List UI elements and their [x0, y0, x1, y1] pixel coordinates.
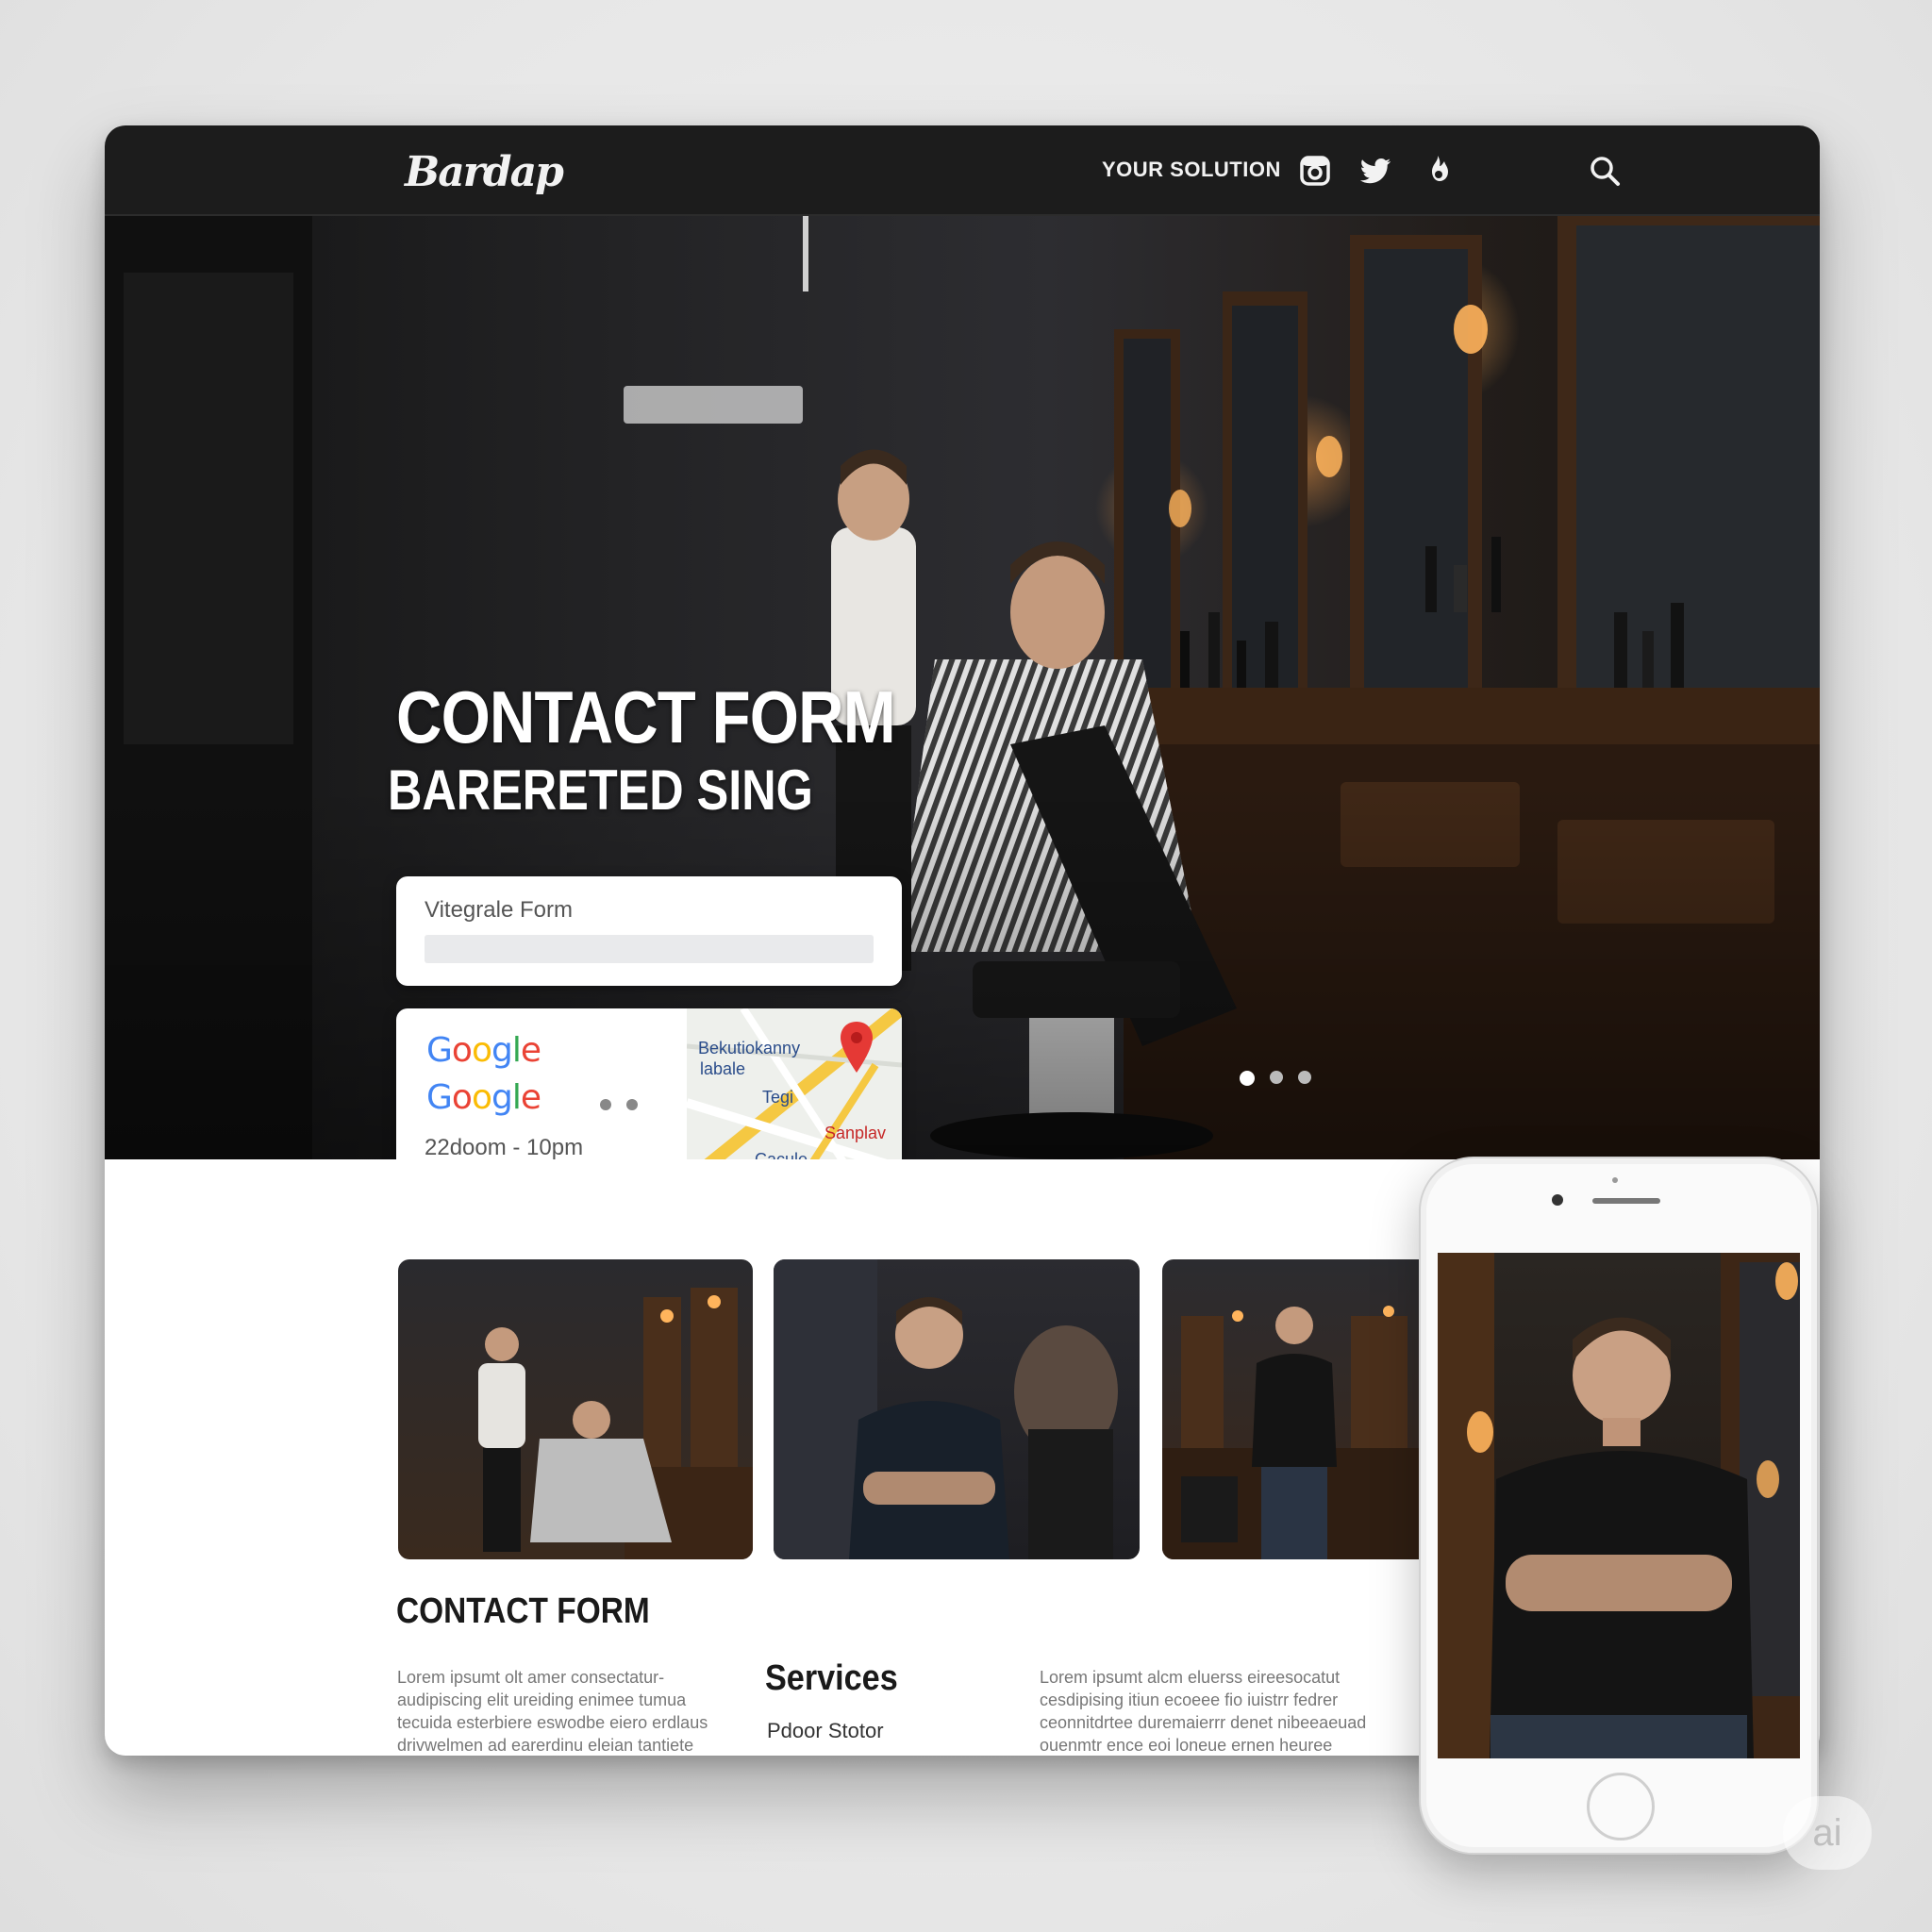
- gallery-image-barber-at-work[interactable]: [398, 1259, 753, 1559]
- slider-dot[interactable]: [626, 1099, 638, 1110]
- location-info-card: Google Google 22doom - 10pm Bekutiokanny…: [396, 1008, 902, 1159]
- slider-dot[interactable]: [574, 1099, 585, 1110]
- slider-dot[interactable]: [1270, 1071, 1283, 1084]
- text-line: audipiscing elit ureiding enimee tumua: [397, 1690, 687, 1709]
- thumbnail-art: [478, 1288, 753, 1559]
- search-icon[interactable]: [1586, 152, 1624, 190]
- phone-sensor: [1612, 1177, 1618, 1183]
- text-line: cesdipising itiun ecoeee fio iuistrr fed…: [1040, 1690, 1339, 1709]
- hero-subtitle: BARERETED SING: [388, 758, 813, 822]
- slider-dots-right: [1240, 1071, 1311, 1086]
- phone-barber-portrait: [1438, 1253, 1800, 1758]
- contact-form-card: Vitegrale Form: [396, 876, 902, 986]
- thumbnail-art: [1162, 1306, 1445, 1559]
- lorem-text-left: Lorem ipsumt olt amer consectatur- audip…: [397, 1666, 708, 1756]
- slider-dots-left: [574, 1099, 638, 1110]
- map-label: Sanplav: [824, 1124, 887, 1142]
- map-label: labale: [700, 1059, 746, 1078]
- phone-camera: [1552, 1194, 1563, 1206]
- text-line: tecuida esterbiere eswodbe eiero erdlaus: [397, 1713, 708, 1732]
- hero-overlay: [105, 216, 1820, 1159]
- slider-dot[interactable]: [1240, 1071, 1255, 1086]
- instagram-icon[interactable]: [1296, 152, 1334, 190]
- phone-mockup: [1419, 1157, 1819, 1855]
- text-line: ceonnitdrtee duremaierrr denet nibeeaeua…: [1040, 1713, 1367, 1732]
- hero-banner: CONTACT FORM BARERETED SING Vitegrale Fo…: [105, 216, 1820, 1159]
- services-item[interactable]: Pdoor Stotor: [767, 1719, 884, 1743]
- text-line: drivwelmen ad earerdinu eleian tantiete: [397, 1736, 694, 1755]
- twitter-icon[interactable]: [1357, 152, 1395, 190]
- opening-hours: 22doom - 10pm: [425, 1135, 584, 1159]
- flame-icon[interactable]: [1419, 152, 1457, 190]
- form-label: Vitegrale Form: [425, 897, 573, 923]
- logo-wordmark: Bardap: [405, 148, 564, 196]
- hero-title: CONTACT FORM: [396, 675, 896, 758]
- gallery-image-barber-shop[interactable]: [1162, 1259, 1445, 1559]
- google-logo: Google: [426, 1031, 541, 1070]
- section-title-contact: CONTACT FORM: [396, 1591, 650, 1631]
- site-logo[interactable]: Bardap: [405, 142, 564, 199]
- thumbnail-art: [774, 1259, 1118, 1559]
- text-line: ouenmtr ence eoi loneue ernen heuree: [1040, 1736, 1333, 1755]
- map-label: Tegi: [762, 1088, 794, 1107]
- phone-speaker: [1592, 1198, 1660, 1204]
- ai-watermark-badge: ai: [1783, 1796, 1872, 1870]
- lorem-text-right: Lorem ipsumt alcm eluerss eireesocatut c…: [1040, 1666, 1366, 1756]
- phone-home-button[interactable]: [1587, 1773, 1655, 1840]
- text-line: Lorem ipsumt olt amer consectatur-: [397, 1668, 665, 1687]
- map-label: Bekutiokanny: [698, 1039, 801, 1058]
- map-label: Cacule: [755, 1150, 808, 1159]
- gallery-image-barber-portrait[interactable]: [774, 1259, 1140, 1559]
- mini-map[interactable]: Bekutiokanny labale Tegi Sanplav Cacule: [687, 1008, 902, 1159]
- map-pin-icon[interactable]: [838, 1020, 875, 1076]
- phone-screen-photo: [1438, 1253, 1800, 1758]
- slider-dot[interactable]: [600, 1099, 611, 1110]
- services-title: Services: [765, 1658, 898, 1698]
- google-reviews-logo: Google: [426, 1078, 541, 1117]
- nav-link-solution[interactable]: YOUR SOLUTION: [1102, 158, 1281, 182]
- top-navigation-bar: Bardap YOUR SOLUTION: [105, 125, 1820, 216]
- form-input[interactable]: [425, 935, 874, 963]
- text-line: Lorem ipsumt alcm eluerss eireesocatut: [1040, 1668, 1341, 1687]
- slider-dot[interactable]: [1298, 1071, 1311, 1084]
